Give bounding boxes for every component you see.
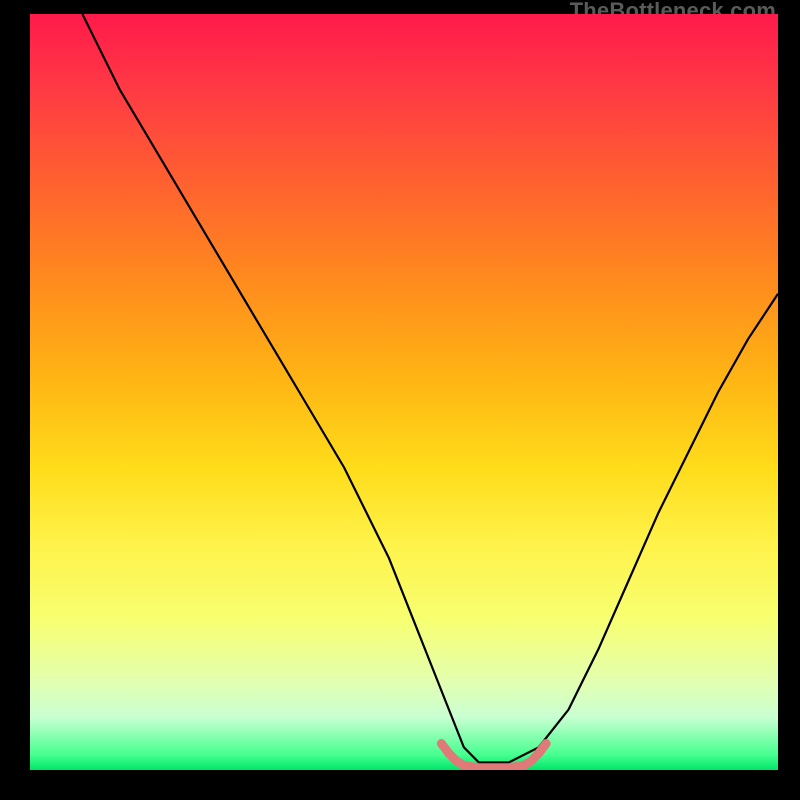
- plot-area: [30, 14, 778, 770]
- pink-band-line: [441, 744, 546, 768]
- series-pink-band: [441, 744, 546, 768]
- black-curve-line: [82, 14, 778, 762]
- series-black-curve: [82, 14, 778, 762]
- chart-stage: TheBottleneck.com: [0, 0, 800, 800]
- chart-svg: [30, 14, 778, 770]
